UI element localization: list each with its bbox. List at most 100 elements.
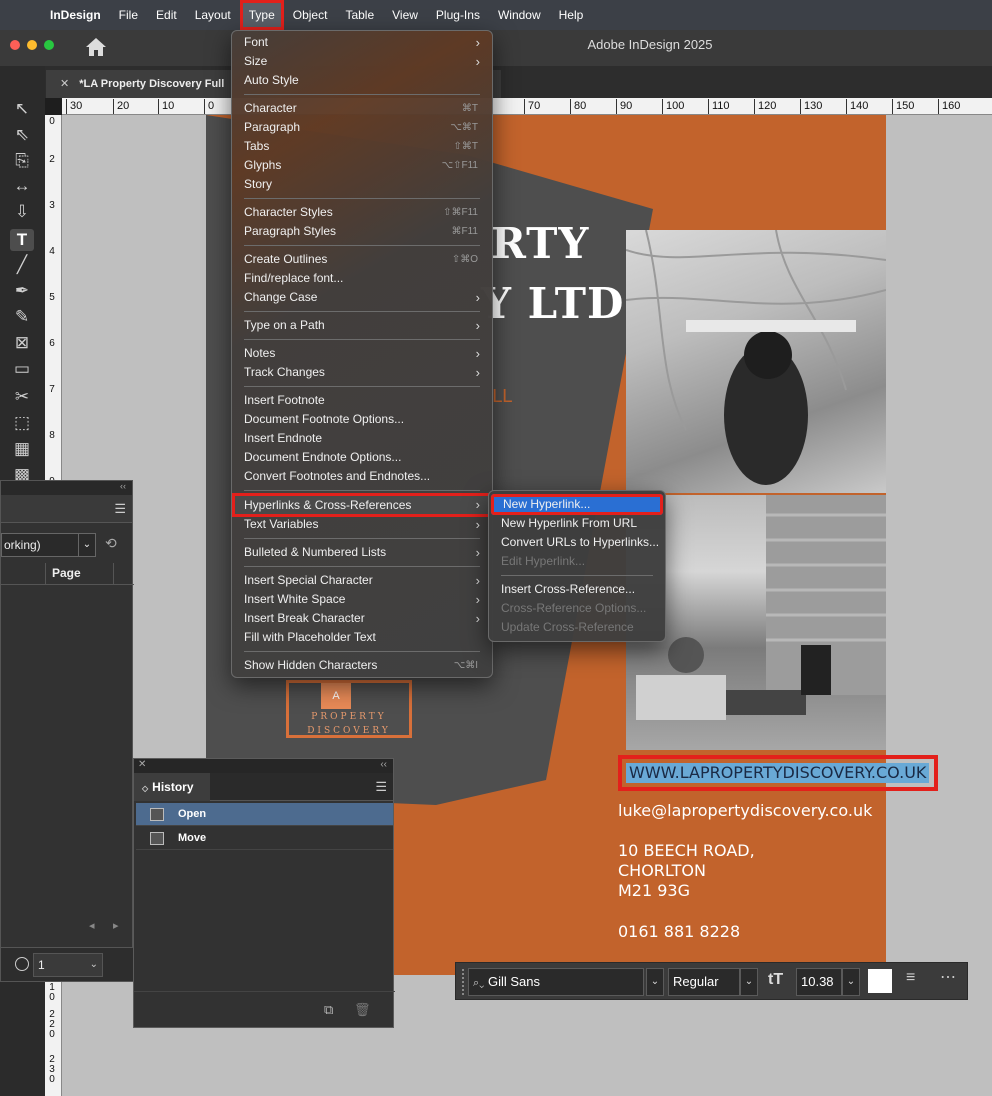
menu-item-glyphs[interactable]: Glyphs ⌥⇧F11 (232, 156, 492, 175)
free-transform-tool-icon[interactable]: ⬚ (10, 412, 34, 434)
menu-item-type-on-a-path[interactable]: Type on a Path › (232, 316, 492, 335)
page-number-field[interactable]: 1 ⌄ (33, 953, 103, 977)
menu-item-character-styles[interactable]: Character Styles ⇧⌘F11 (232, 203, 492, 222)
selection-tool-icon[interactable]: ↖ (10, 98, 34, 120)
panel-dropdown[interactable]: orking) ⌄ (1, 533, 96, 557)
headline-line-1[interactable]: RTY (491, 219, 589, 268)
chevron-down-icon[interactable]: ⌄ (78, 534, 95, 556)
new-document-from-state-icon[interactable]: ⧉ (324, 1002, 333, 1018)
menu-item-insert-break-character[interactable]: Insert Break Character › (232, 609, 492, 628)
tab-history[interactable]: ◇ History (134, 773, 210, 801)
menu-help[interactable]: Help (550, 0, 593, 30)
fill-color-swatch[interactable] (868, 969, 892, 993)
menu-item-notes[interactable]: Notes › (232, 344, 492, 363)
menu-item-paragraph[interactable]: Paragraph ⌥⌘T (232, 118, 492, 137)
menu-item-hyperlinks-cross-references[interactable]: Hyperlinks & Cross-References › (232, 493, 492, 517)
menu-item-convert-footnotes[interactable]: Convert Footnotes and Endnotes... (232, 467, 492, 486)
content-collector-icon[interactable]: ⇩ (10, 201, 34, 223)
direct-selection-tool-icon[interactable]: ⇖ (10, 124, 34, 146)
menu-edit[interactable]: Edit (147, 0, 186, 30)
chevron-down-icon[interactable]: ⌄ (842, 968, 860, 996)
collapse-panel-icon[interactable]: ‹‹ (380, 759, 387, 770)
menu-type[interactable]: Type (239, 0, 284, 30)
more-options-icon[interactable]: ⋯ (940, 967, 956, 987)
pencil-tool-icon[interactable]: ✎ (10, 306, 34, 328)
home-icon[interactable] (84, 36, 108, 58)
menu-item-new-hyperlink-from-url[interactable]: New Hyperlink From URL (489, 514, 665, 533)
address-line-3[interactable]: M21 93G (618, 881, 690, 901)
menu-item-bulleted-numbered-lists[interactable]: Bulleted & Numbered Lists › (232, 543, 492, 562)
menu-item-paragraph-styles[interactable]: Paragraph Styles ⌘F11 (232, 222, 492, 241)
refresh-icon[interactable]: ⟲ (105, 535, 117, 552)
email-text[interactable]: luke@lapropertydiscovery.co.uk (618, 801, 872, 821)
menu-item-track-changes[interactable]: Track Changes › (232, 363, 492, 382)
menu-item-character[interactable]: Character ⌘T (232, 99, 492, 118)
close-tab-icon[interactable]: ✕ (60, 78, 69, 90)
menu-app-name[interactable]: InDesign (42, 0, 110, 30)
column-page-label[interactable]: Page (52, 566, 81, 580)
headline-line-2[interactable]: Y LTD (481, 279, 624, 328)
font-style-field[interactable]: Regular (668, 968, 740, 996)
menu-item-text-variables[interactable]: Text Variables › (232, 515, 492, 534)
menu-item-change-case[interactable]: Change Case › (232, 288, 492, 307)
address-line-1[interactable]: 10 BEECH ROAD, (618, 841, 755, 861)
trash-icon[interactable]: 🗑 (354, 1002, 371, 1018)
menu-view[interactable]: View (383, 0, 427, 30)
type-tool-icon[interactable]: T (10, 229, 34, 251)
menu-object[interactable]: Object (284, 0, 337, 30)
gap-tool-icon[interactable]: ↔ (10, 175, 34, 197)
company-logo[interactable]: A PROPERTY DISCOVERY (286, 680, 412, 738)
address-line-2[interactable]: CHORLTON (618, 861, 706, 881)
line-tool-icon[interactable]: ╱ (10, 254, 34, 276)
menu-item-find-replace-font[interactable]: Find/replace font... (232, 269, 492, 288)
menu-table[interactable]: Table (336, 0, 383, 30)
menu-item-story[interactable]: Story (232, 175, 492, 194)
font-family-field[interactable]: ⌕⌄ Gill Sans (468, 968, 644, 996)
zoom-window-button[interactable] (44, 40, 54, 50)
menu-item-insert-cross-reference[interactable]: Insert Cross-Reference... (489, 580, 665, 599)
rectangle-tool-icon[interactable]: ▭ (10, 358, 34, 380)
menu-item-convert-urls[interactable]: Convert URLs to Hyperlinks... (489, 533, 665, 552)
history-item-open[interactable]: Open (136, 803, 393, 826)
font-size-field[interactable]: 10.38 (796, 968, 842, 996)
scroll-right-icon[interactable]: ▸ (113, 919, 119, 932)
chevron-down-icon[interactable]: ⌄ (90, 954, 98, 976)
menu-item-document-footnote-options[interactable]: Document Footnote Options... (232, 410, 492, 429)
chevron-down-icon[interactable]: ⌄ (646, 968, 664, 996)
panel-menu-icon[interactable]: ☰ (375, 779, 387, 795)
menu-item-fill-placeholder-text[interactable]: Fill with Placeholder Text (232, 628, 492, 647)
gradient-tool-icon[interactable]: ▦ (10, 438, 34, 460)
history-item-move[interactable]: Move (136, 827, 393, 850)
align-left-icon[interactable]: ≡ (906, 969, 915, 987)
grip-icon[interactable] (462, 969, 466, 995)
website-url-selected[interactable]: WWW.LAPROPERTYDISCOVERY.CO.UK (626, 763, 930, 783)
menu-item-insert-endnote[interactable]: Insert Endnote (232, 429, 492, 448)
menu-item-insert-white-space[interactable]: Insert White Space › (232, 590, 492, 609)
phone-text[interactable]: 0161 881 8228 (618, 922, 740, 942)
menu-item-auto-style[interactable]: Auto Style (232, 71, 492, 90)
woman-map-photo[interactable] (626, 230, 886, 493)
close-panel-icon[interactable]: ✕ (138, 759, 146, 770)
menu-window[interactable]: Window (489, 0, 550, 30)
menu-item-show-hidden-characters[interactable]: Show Hidden Characters ⌥⌘I (232, 656, 492, 675)
website-text-frame[interactable]: WWW.LAPROPERTYDISCOVERY.CO.UK (618, 755, 938, 791)
scissors-tool-icon[interactable]: ✂ (10, 386, 34, 408)
close-window-button[interactable] (10, 40, 20, 50)
page-tool-icon[interactable]: ⎘ (10, 150, 34, 172)
chevron-down-icon[interactable]: ⌄ (740, 968, 758, 996)
pen-tool-icon[interactable]: ✒ (10, 280, 34, 302)
rectangle-frame-tool-icon[interactable]: ⊠ (10, 332, 34, 354)
menu-file[interactable]: File (110, 0, 147, 30)
menu-item-new-hyperlink[interactable]: New Hyperlink... (491, 494, 663, 515)
scroll-left-icon[interactable]: ◂ (89, 919, 95, 932)
menu-item-insert-special-character[interactable]: Insert Special Character › (232, 571, 492, 590)
menu-item-size[interactable]: Size › (232, 52, 492, 71)
minimize-window-button[interactable] (27, 40, 37, 50)
menu-item-tabs[interactable]: Tabs ⇧⌘T (232, 137, 492, 156)
menu-item-insert-footnote[interactable]: Insert Footnote (232, 391, 492, 410)
radio-icon[interactable] (15, 957, 29, 971)
headline-fragment[interactable]: LL (492, 387, 512, 407)
panel-menu-icon[interactable]: ☰ (114, 501, 126, 517)
menu-plugins[interactable]: Plug-Ins (427, 0, 489, 30)
menu-item-font[interactable]: Font › (232, 33, 492, 52)
